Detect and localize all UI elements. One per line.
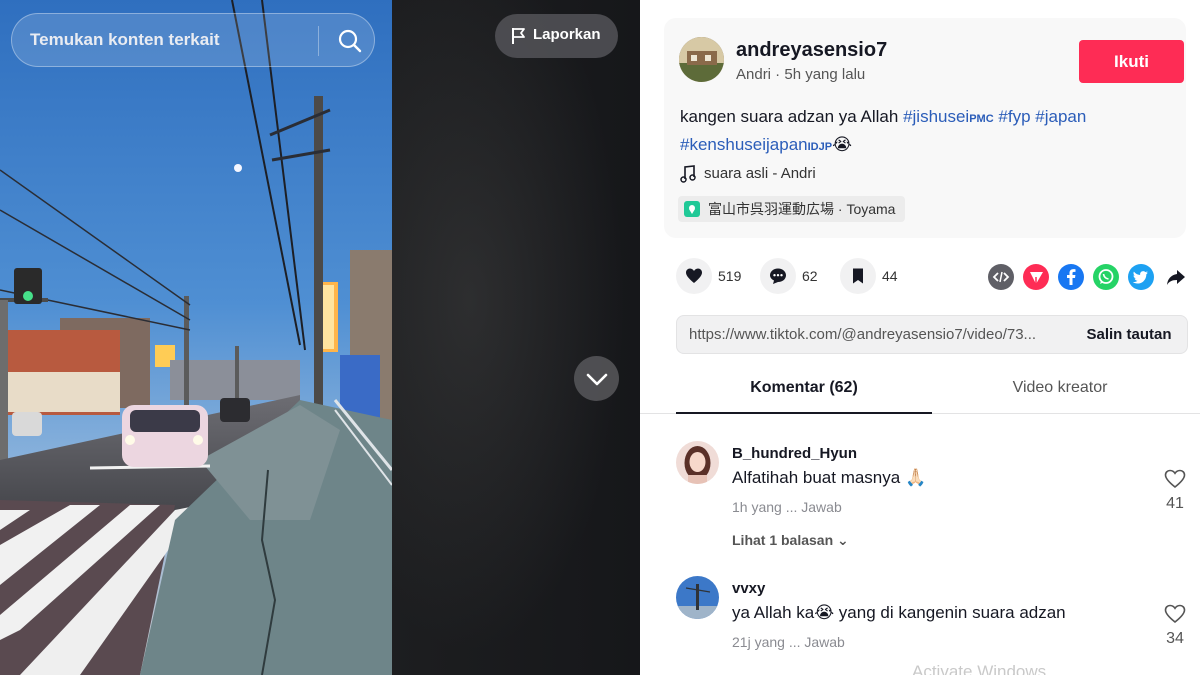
send-icon	[1030, 272, 1043, 284]
embed-button[interactable]	[988, 264, 1014, 290]
share-facebook-button[interactable]	[1058, 264, 1084, 290]
next-video-button[interactable]	[574, 356, 619, 401]
windows-activation-watermark: Activate Windows	[912, 662, 1047, 675]
view-replies-link[interactable]: Lihat 1 balasan ⌄	[732, 532, 849, 549]
comment-like-button[interactable]: 34	[1160, 602, 1190, 652]
avatar-image	[676, 441, 719, 484]
comment-text: ya Allah ka😭 yang di kangenin suara adza…	[732, 603, 1066, 622]
author-meta: Andri · 5h yang lalu	[736, 66, 866, 83]
comment-like-button[interactable]: 41	[1160, 467, 1190, 517]
save-count: 44	[882, 268, 898, 284]
share-arrow-icon	[1167, 270, 1185, 285]
comment-avatar[interactable]	[676, 576, 719, 619]
copy-link-button[interactable]: Salin tautan	[1069, 316, 1189, 353]
music-note-icon	[680, 165, 696, 183]
comment-item: B_hundred_Hyun Alfatihah buat masnya 🙏🏻 …	[640, 441, 1200, 561]
comment-like-count: 34	[1166, 630, 1184, 647]
heart-outline-icon	[1164, 469, 1186, 489]
more-share-button[interactable]	[1163, 264, 1189, 290]
share-whatsapp-button[interactable]	[1093, 264, 1119, 290]
post-info-card: andreyasensio7 Andri · 5h yang lalu Ikut…	[664, 18, 1186, 238]
video-url[interactable]: https://www.tiktok.com/@andreyasensio7/v…	[689, 326, 1067, 343]
comment-meta[interactable]: 21j yang ... Jawab	[732, 634, 845, 650]
video-player[interactable]: Temukan konten terkait Laporkan	[0, 0, 640, 675]
hashtag-link[interactable]: #japan	[1035, 107, 1086, 126]
report-button[interactable]: Laporkan	[495, 14, 618, 58]
avatar-image	[679, 37, 724, 82]
whatsapp-icon	[1098, 269, 1114, 284]
search-bar[interactable]: Temukan konten terkait	[11, 13, 375, 67]
heart-icon	[676, 258, 712, 294]
search-input[interactable]: Temukan konten terkait	[30, 30, 220, 50]
details-panel: andreyasensio7 Andri · 5h yang lalu Ikut…	[640, 0, 1200, 675]
avatar[interactable]	[679, 37, 724, 82]
video-scene-image	[0, 0, 392, 675]
comment-author[interactable]: vvxy	[732, 580, 765, 597]
avatar-image	[676, 576, 719, 619]
engagement-bar: 519 62 44	[640, 258, 1200, 296]
report-label: Laporkan	[533, 26, 601, 43]
hashtag-suffix[interactable]: IDJP	[808, 141, 832, 153]
send-to-friends-button[interactable]	[1023, 264, 1049, 290]
location-tag[interactable]: 富山市呉羽運動広場 · Toyama	[678, 196, 906, 222]
comment-count: 62	[802, 268, 818, 284]
comment-text: Alfatihah buat masnya 🙏🏻	[732, 468, 927, 487]
author-username[interactable]: andreyasensio7	[736, 39, 887, 62]
chevron-down-icon	[586, 373, 608, 386]
share-twitter-button[interactable]	[1128, 264, 1154, 290]
music-title: suara asli - Andri	[704, 165, 816, 182]
panel-tabs: Komentar (62) Video kreator	[640, 362, 1200, 414]
caption-text: kangen suara adzan ya Allah	[680, 107, 904, 126]
tab-creator-videos[interactable]: Video kreator	[932, 362, 1188, 414]
share-link-box: https://www.tiktok.com/@andreyasensio7/v…	[676, 315, 1188, 354]
location-label: 富山市呉羽運動広場 · Toyama	[708, 201, 896, 217]
search-icon	[338, 29, 362, 53]
flag-icon	[512, 28, 525, 44]
hashtag-link[interactable]: #jishusei	[903, 107, 969, 126]
comment-bubble-icon	[760, 258, 796, 294]
hashtag-link[interactable]: #kenshuseijapan	[680, 135, 808, 154]
twitter-icon	[1132, 271, 1148, 284]
hashtag-suffix[interactable]: PMC	[969, 113, 993, 125]
comment-author[interactable]: B_hundred_Hyun	[732, 445, 857, 462]
bookmark-icon	[840, 258, 876, 294]
embed-icon	[992, 271, 1010, 283]
tab-comments[interactable]: Komentar (62)	[676, 362, 932, 414]
location-pin-icon	[684, 201, 700, 217]
comment-like-count: 41	[1166, 495, 1184, 512]
caption-emoji: 😭	[832, 135, 852, 154]
comment-avatar[interactable]	[676, 441, 719, 484]
video-frame[interactable]	[0, 0, 392, 675]
facebook-icon	[1067, 269, 1076, 285]
search-divider	[318, 26, 319, 56]
hashtag-link[interactable]: #fyp	[998, 107, 1030, 126]
comment-item: vvxy ya Allah ka😭 yang di kangenin suara…	[640, 576, 1200, 666]
like-count: 519	[718, 268, 742, 284]
follow-button[interactable]: Ikuti	[1079, 40, 1184, 83]
comment-meta[interactable]: 1h yang ... Jawab	[732, 499, 842, 515]
post-caption: kangen suara adzan ya Allah #jishuseiPMC…	[680, 104, 1180, 160]
search-button[interactable]	[330, 21, 370, 61]
heart-outline-icon	[1164, 604, 1186, 624]
